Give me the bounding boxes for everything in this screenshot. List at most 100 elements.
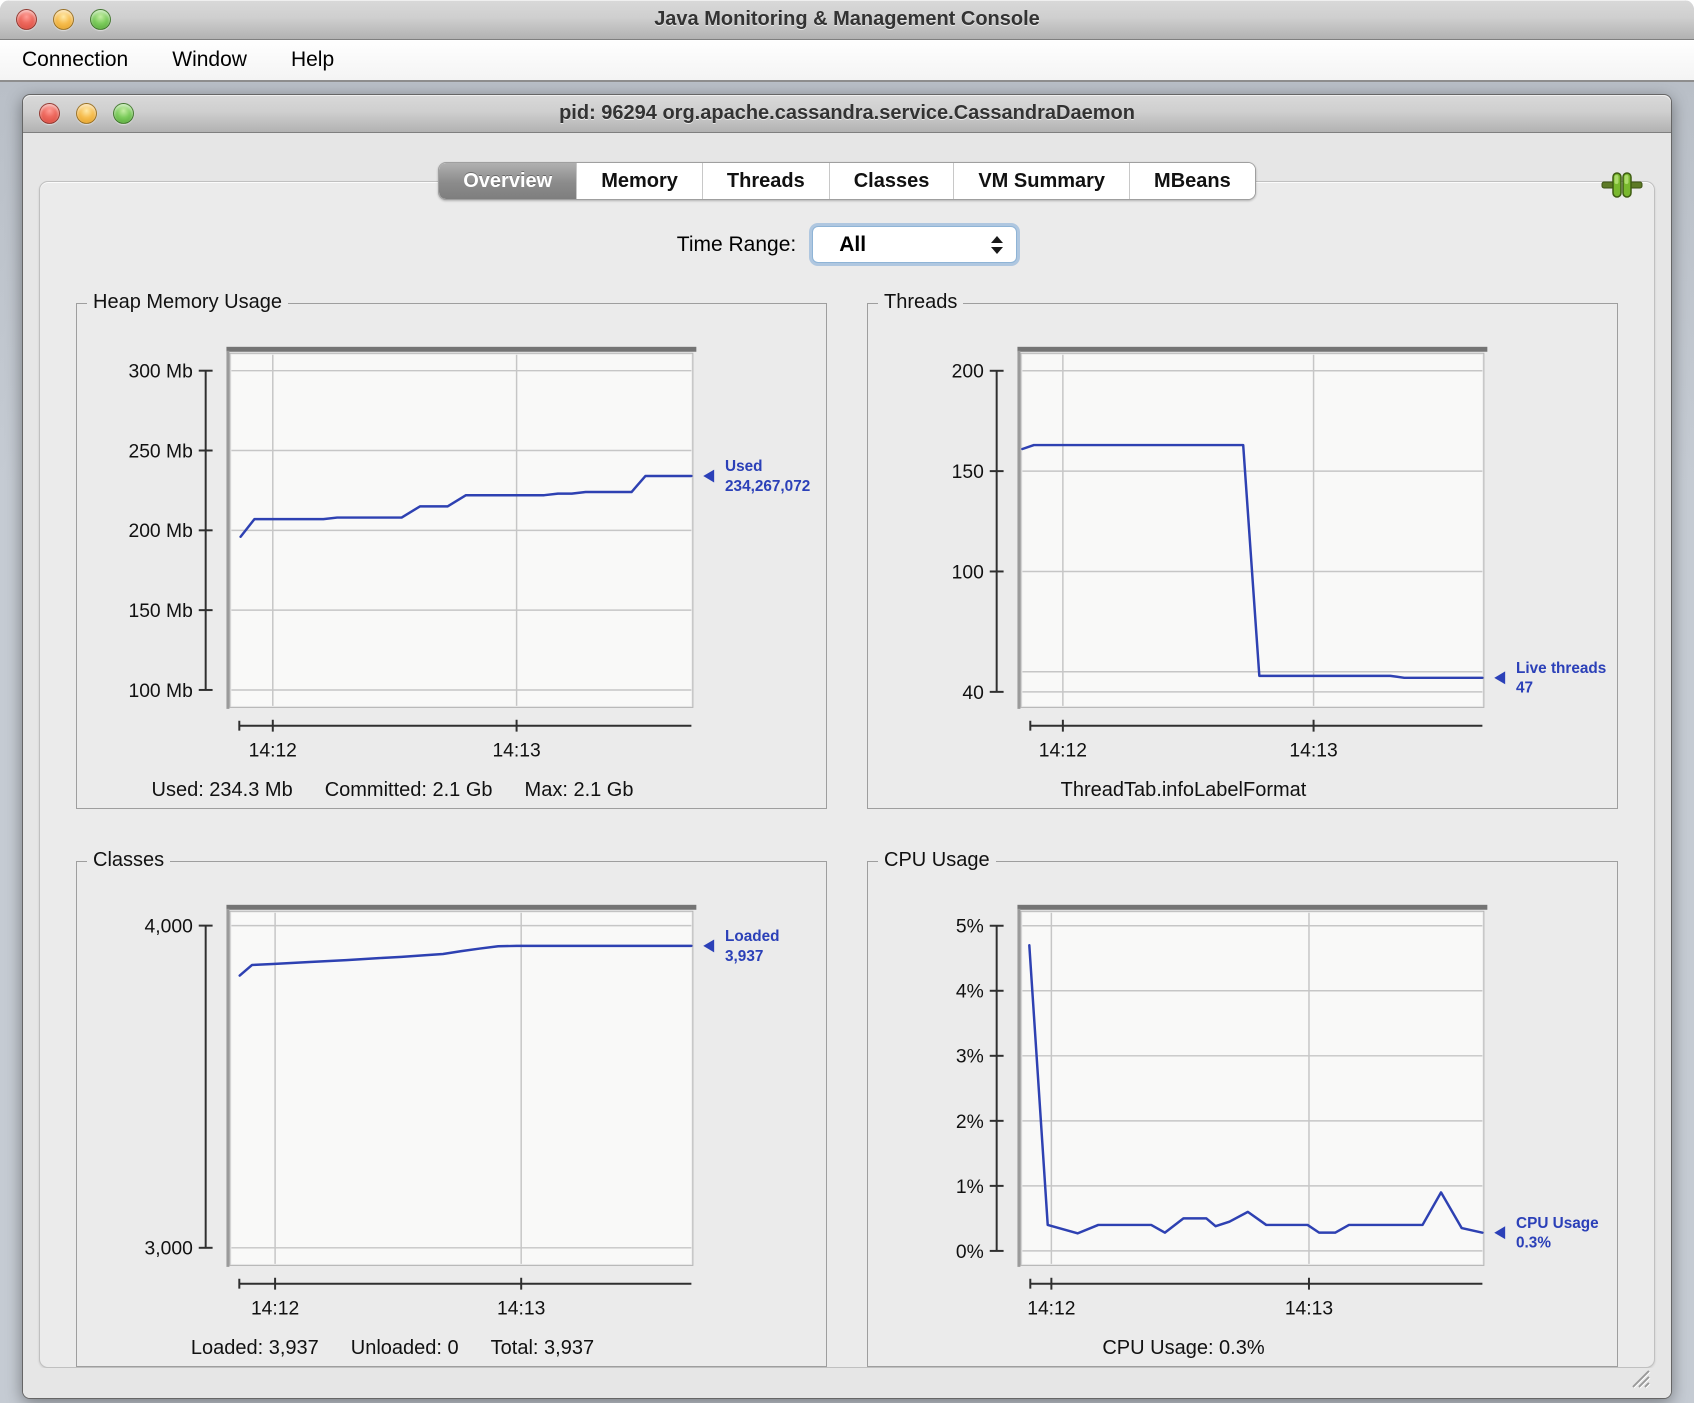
plot-area (1022, 913, 1482, 1264)
window-controls (0, 9, 111, 30)
plot-area (1022, 355, 1482, 706)
tab-strip: Overview Memory Threads Classes VM Summa… (40, 162, 1654, 200)
tab-threads[interactable]: Threads (702, 163, 829, 199)
heap-memory-chart: 300 Mb250 Mb200 Mb150 Mb100 Mb14:1214:13… (83, 330, 820, 777)
app-desktop-area: pid: 96294 org.apache.cassandra.service.… (0, 82, 1694, 1403)
close-button[interactable] (16, 9, 37, 30)
plot-border-left (226, 909, 229, 1267)
chart-footer: CPU Usage: 0.3% (874, 1337, 1611, 1360)
resize-grip-icon[interactable] (1627, 1365, 1651, 1389)
x-tick-label: 14:13 (492, 740, 540, 761)
chart-footer-segment: Committed: 2.1 Gb (325, 779, 493, 802)
chart-footer-segment: Used: 234.3 Mb (152, 779, 293, 802)
chart-footer: ThreadTab.infoLabelFormat (874, 779, 1611, 802)
plot-area (231, 913, 691, 1264)
y-tick-label: 3% (956, 1047, 984, 1068)
connection-status-icon (1600, 170, 1644, 205)
y-tick-label: 3,000 (145, 1239, 193, 1260)
tab-bar: Overview Memory Threads Classes VM Summa… (438, 162, 1256, 200)
y-tick-label: 200 Mb (128, 521, 192, 542)
zoom-button[interactable] (90, 9, 111, 30)
plot-border-top (226, 905, 696, 910)
tab-classes[interactable]: Classes (829, 163, 954, 199)
app-titlebar[interactable]: Java Monitoring & Management Console (0, 0, 1694, 40)
tab-memory[interactable]: Memory (576, 163, 702, 199)
annotation-label: CPU Usage (1516, 1215, 1599, 1232)
process-window-titlebar[interactable]: pid: 96294 org.apache.cassandra.service.… (23, 95, 1671, 133)
y-tick-label: 5% (956, 917, 984, 938)
chart-footer-segment: Max: 2.1 Gb (525, 779, 634, 802)
plot-border-left (1017, 909, 1020, 1267)
inner-close-button[interactable] (39, 103, 60, 124)
plot-border-top (226, 347, 696, 352)
classes-panel: Classes 4,0003,00014:1214:13Loaded3,937 … (76, 861, 827, 1367)
y-tick-label: 2% (956, 1112, 984, 1133)
annotation-value: 47 (1516, 680, 1533, 697)
y-tick-label: 150 (952, 462, 984, 483)
y-tick-label: 150 Mb (128, 601, 192, 622)
plot-border-left (1017, 351, 1020, 709)
x-tick-label: 14:13 (1285, 1298, 1333, 1319)
tab-content-pane: Overview Memory Threads Classes VM Summa… (39, 181, 1655, 1368)
app-window-title: Java Monitoring & Management Console (0, 8, 1694, 31)
chart-group-title: Classes (87, 849, 170, 872)
plot-border-left (226, 351, 229, 709)
chart-footer-segment: Loaded: 3,937 (191, 1337, 319, 1360)
threads-panel: Threads 2001501004014:1214:13Live thread… (867, 303, 1618, 809)
y-tick-label: 1% (956, 1177, 984, 1198)
annotation-value: 0.3% (1516, 1235, 1551, 1252)
annotation-arrow-icon (703, 470, 714, 483)
annotation-value: 234,267,072 (725, 478, 810, 495)
tab-mbeans[interactable]: MBeans (1129, 163, 1255, 199)
inner-window-controls (23, 103, 134, 124)
menu-window[interactable]: Window (172, 48, 247, 72)
plot-border-top (1017, 347, 1487, 352)
heap-memory-usage-panel: Heap Memory Usage 300 Mb250 Mb200 Mb150 … (76, 303, 827, 809)
y-tick-label: 100 (952, 562, 984, 583)
menu-connection[interactable]: Connection (22, 48, 128, 72)
annotation-label: Live threads (1516, 660, 1606, 677)
chart-footer-segment: Unloaded: 0 (351, 1337, 459, 1360)
annotation-arrow-icon (1494, 671, 1505, 684)
chart-group-title: CPU Usage (878, 849, 996, 872)
app-window: Java Monitoring & Management Console Con… (0, 0, 1694, 1403)
menu-help[interactable]: Help (291, 48, 334, 72)
x-tick-label: 14:13 (1289, 740, 1337, 761)
inner-minimize-button[interactable] (76, 103, 97, 124)
y-tick-label: 4% (956, 982, 984, 1003)
menubar: Connection Window Help (0, 40, 1694, 82)
tab-overview[interactable]: Overview (439, 163, 576, 199)
tab-vm-summary[interactable]: VM Summary (953, 163, 1129, 199)
inner-zoom-button[interactable] (113, 103, 134, 124)
y-tick-label: 100 Mb (128, 681, 192, 702)
x-tick-label: 14:12 (1039, 740, 1087, 761)
process-window-title: pid: 96294 org.apache.cassandra.service.… (23, 102, 1671, 125)
chart-footer-segment: Total: 3,937 (491, 1337, 594, 1360)
y-tick-label: 40 (962, 683, 983, 704)
annotation-label: Loaded (725, 928, 780, 945)
y-tick-label: 200 (952, 362, 984, 383)
annotation-arrow-icon (703, 939, 714, 952)
cpu-usage-chart: 5%4%3%2%1%0%14:1214:13CPU Usage0.3% (874, 888, 1611, 1335)
annotation-label: Used (725, 458, 762, 475)
charts-grid: Heap Memory Usage 300 Mb250 Mb200 Mb150 … (64, 303, 1630, 1367)
stepper-arrows-icon (991, 236, 1003, 254)
chart-group-title: Threads (878, 291, 963, 314)
cpu-usage-panel: CPU Usage 5%4%3%2%1%0%14:1214:13CPU Usag… (867, 861, 1618, 1367)
time-range-select[interactable]: All (812, 226, 1017, 263)
annotation-value: 3,937 (725, 948, 763, 965)
minimize-button[interactable] (53, 9, 74, 30)
classes-chart: 4,0003,00014:1214:13Loaded3,937 (83, 888, 820, 1335)
chart-footer-segment: ThreadTab.infoLabelFormat (1061, 779, 1307, 802)
time-range-row: Time Range: All (64, 226, 1630, 263)
chart-group-title: Heap Memory Usage (87, 291, 288, 314)
x-tick-label: 14:12 (249, 740, 297, 761)
process-window-content: Overview Memory Threads Classes VM Summa… (23, 133, 1671, 1398)
x-tick-label: 14:12 (1027, 1298, 1075, 1319)
y-tick-label: 4,000 (145, 917, 193, 938)
time-range-value: All (813, 233, 866, 257)
plot-border-top (1017, 905, 1487, 910)
time-range-label: Time Range: (677, 233, 796, 257)
chart-footer-segment: CPU Usage: 0.3% (1102, 1337, 1264, 1360)
x-tick-label: 14:12 (251, 1298, 299, 1319)
